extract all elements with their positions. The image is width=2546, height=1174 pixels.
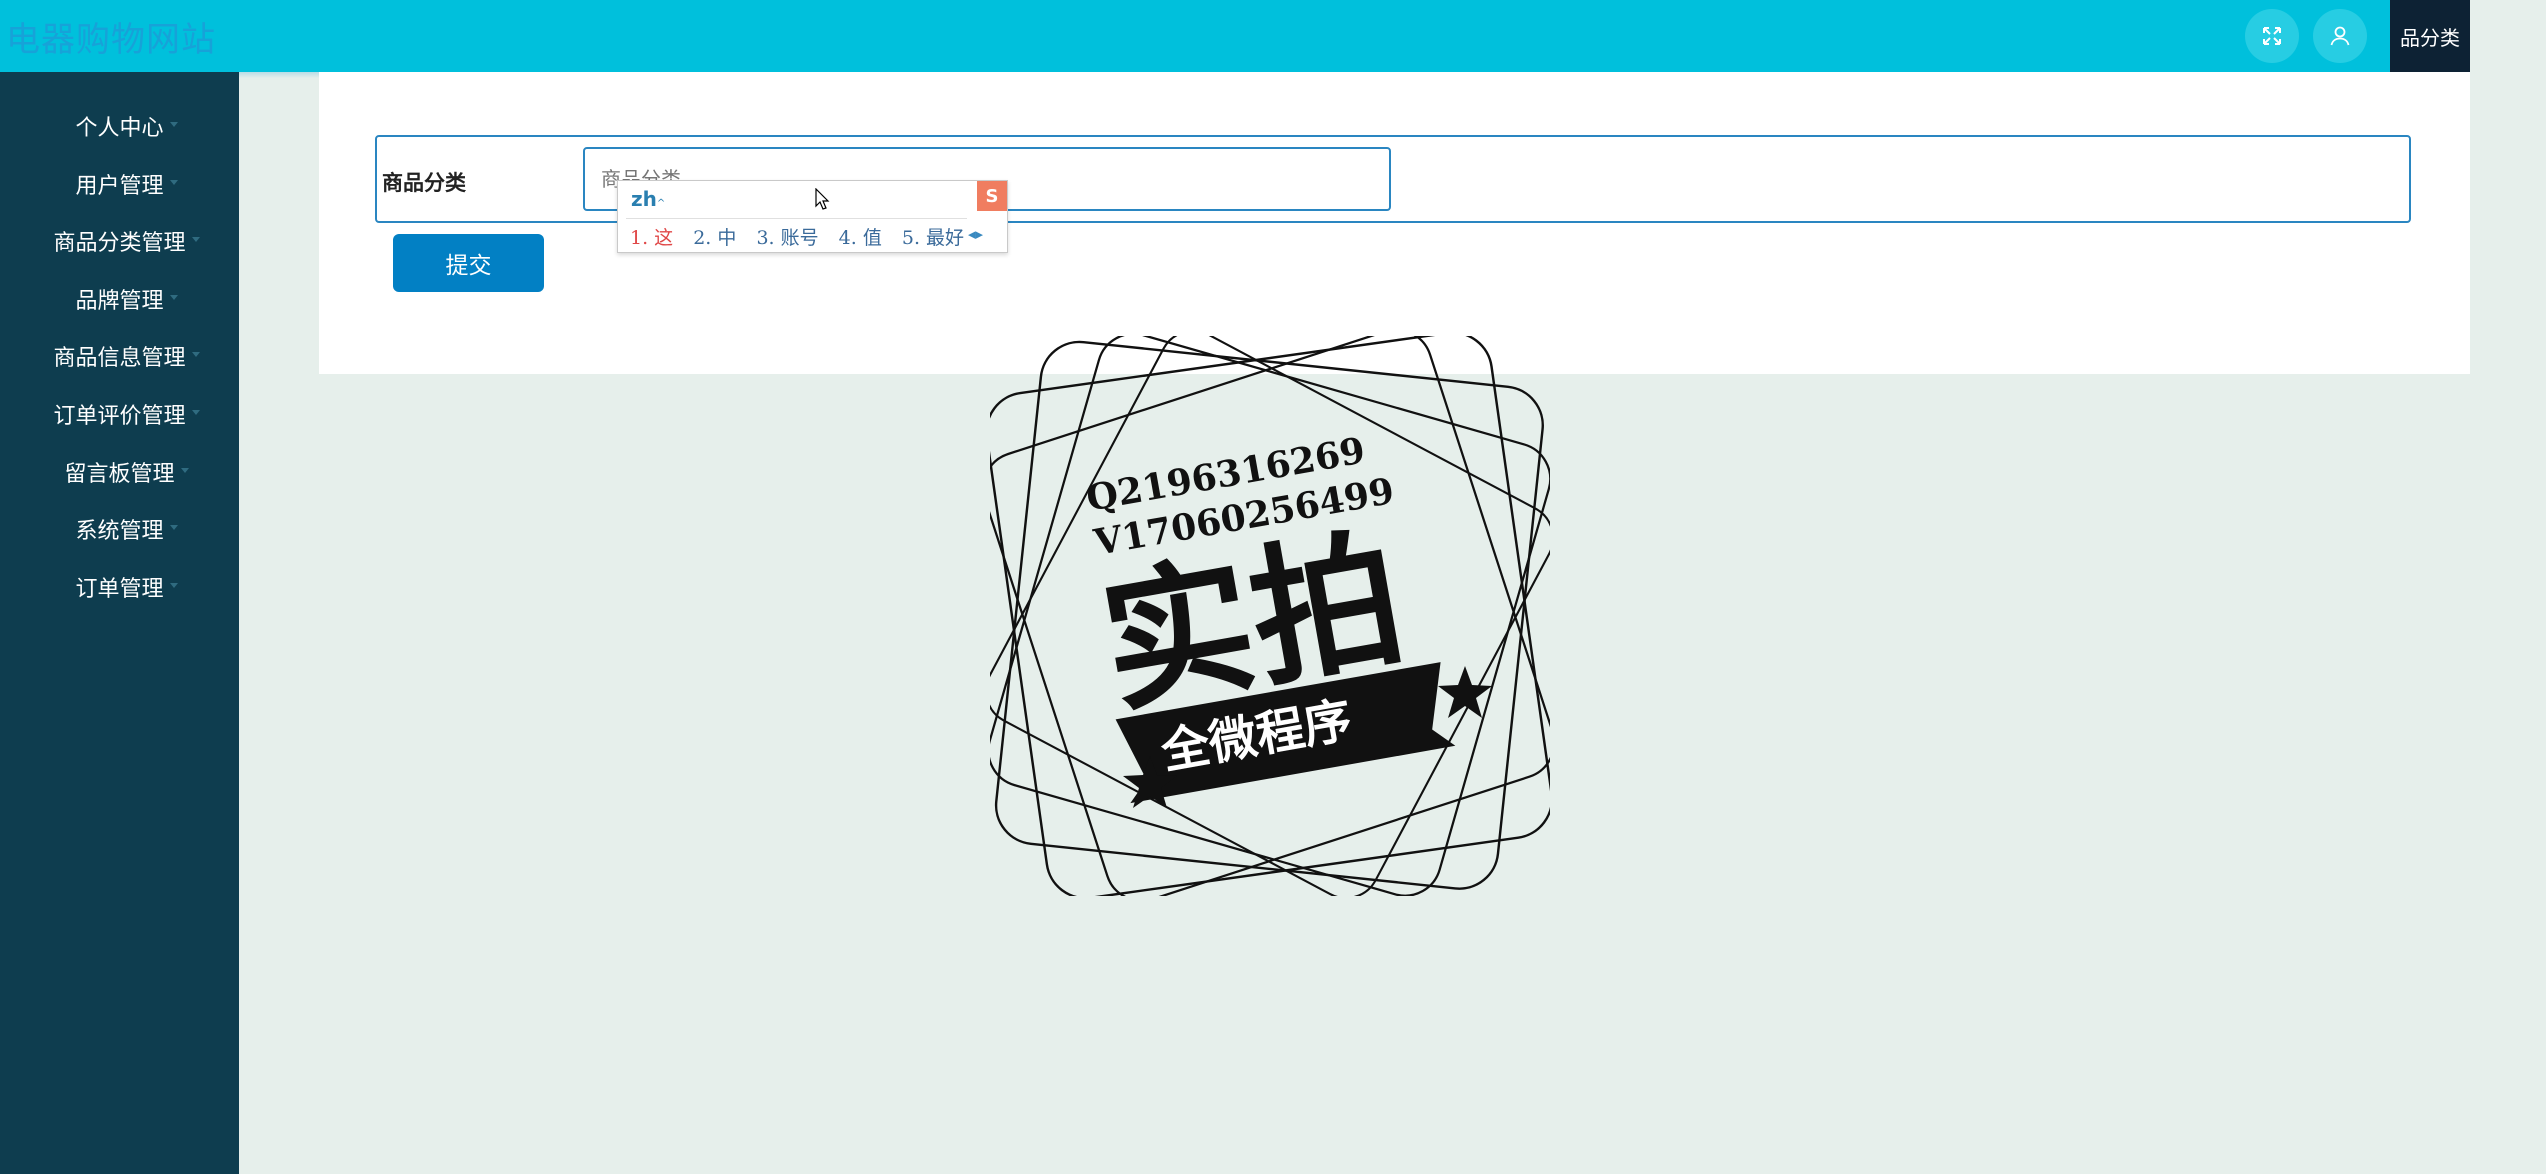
ime-candidate[interactable]: 3. 账号 [756, 227, 818, 249]
chevron-down-icon [191, 410, 200, 415]
ime-pinyin: zh^ [631, 187, 666, 211]
ime-divider [626, 218, 967, 219]
sidebar-item-label: 用户管理 [75, 174, 164, 199]
tab-product-category[interactable]: 品分类 [2390, 0, 2470, 72]
ime-candidate-list: 1. 这 2. 中 3. 账号 4. 值 5. 最好 [630, 223, 978, 250]
sidebar-item-label: 品牌管理 [75, 289, 164, 314]
fullscreen-icon[interactable] [2245, 9, 2299, 63]
sidebar-item-product-info[interactable]: 商品信息管理 [0, 334, 239, 378]
ime-candidate[interactable]: 1. 这 [630, 227, 673, 249]
chevron-down-icon [169, 180, 178, 185]
chevron-down-icon [169, 122, 178, 127]
user-icon[interactable] [2313, 9, 2367, 63]
sidebar-item-label: 系统管理 [75, 519, 164, 544]
watermark-stamp: Q2196316269 V17060256499 实拍 全微程序 [990, 336, 1550, 896]
chevron-down-icon [169, 583, 178, 588]
sidebar-item-order-reviews[interactable]: 订单评价管理 [0, 392, 239, 436]
mouse-cursor-icon [815, 188, 830, 210]
ime-candidate[interactable]: 2. 中 [693, 227, 736, 249]
app-title: 电器购物网站 [6, 20, 216, 60]
chevron-down-icon [180, 468, 189, 473]
sidebar-item-user-management[interactable]: 用户管理 [0, 162, 239, 206]
chevron-down-icon [191, 237, 200, 242]
sidebar-item-brand-management[interactable]: 品牌管理 [0, 277, 239, 321]
ime-pinyin-text: zh [631, 187, 657, 211]
ime-logo-icon: S [977, 181, 1007, 211]
ime-candidate-popup: zh^ S 1. 这 2. 中 3. 账号 4. 值 5. 最好 ◂▸ [617, 180, 1008, 253]
sidebar-item-system[interactable]: 系统管理 [0, 507, 239, 551]
chevron-down-icon [191, 352, 200, 357]
sidebar-item-label: 订单评价管理 [53, 404, 186, 429]
category-field-label: 商品分类 [382, 171, 466, 195]
ime-candidate[interactable]: 5. 最好 [902, 227, 964, 249]
sidebar-item-message-board[interactable]: 留言板管理 [0, 450, 239, 494]
sidebar-item-orders[interactable]: 订单管理 [0, 565, 239, 609]
sidebar-item-personal-center[interactable]: 个人中心 [0, 104, 239, 148]
sidebar-item-label: 商品信息管理 [53, 346, 186, 371]
sidebar: 个人中心 用户管理 商品分类管理 品牌管理 商品信息管理 订单评价管理 留言板管… [0, 72, 239, 1174]
ime-page-arrows-icon[interactable]: ◂▸ [968, 225, 983, 243]
ime-candidate[interactable]: 4. 值 [839, 227, 882, 249]
sidebar-item-category-management[interactable]: 商品分类管理 [0, 219, 239, 263]
sidebar-item-label: 留言板管理 [64, 462, 175, 487]
sidebar-item-label: 订单管理 [75, 577, 164, 602]
sidebar-item-label: 个人中心 [75, 116, 164, 141]
sidebar-item-label: 商品分类管理 [53, 231, 186, 256]
submit-button[interactable]: 提交 [393, 234, 544, 292]
chevron-down-icon [169, 295, 178, 300]
top-bar: 电器购物网站 品分类 [0, 0, 2470, 72]
chevron-down-icon [169, 525, 178, 530]
